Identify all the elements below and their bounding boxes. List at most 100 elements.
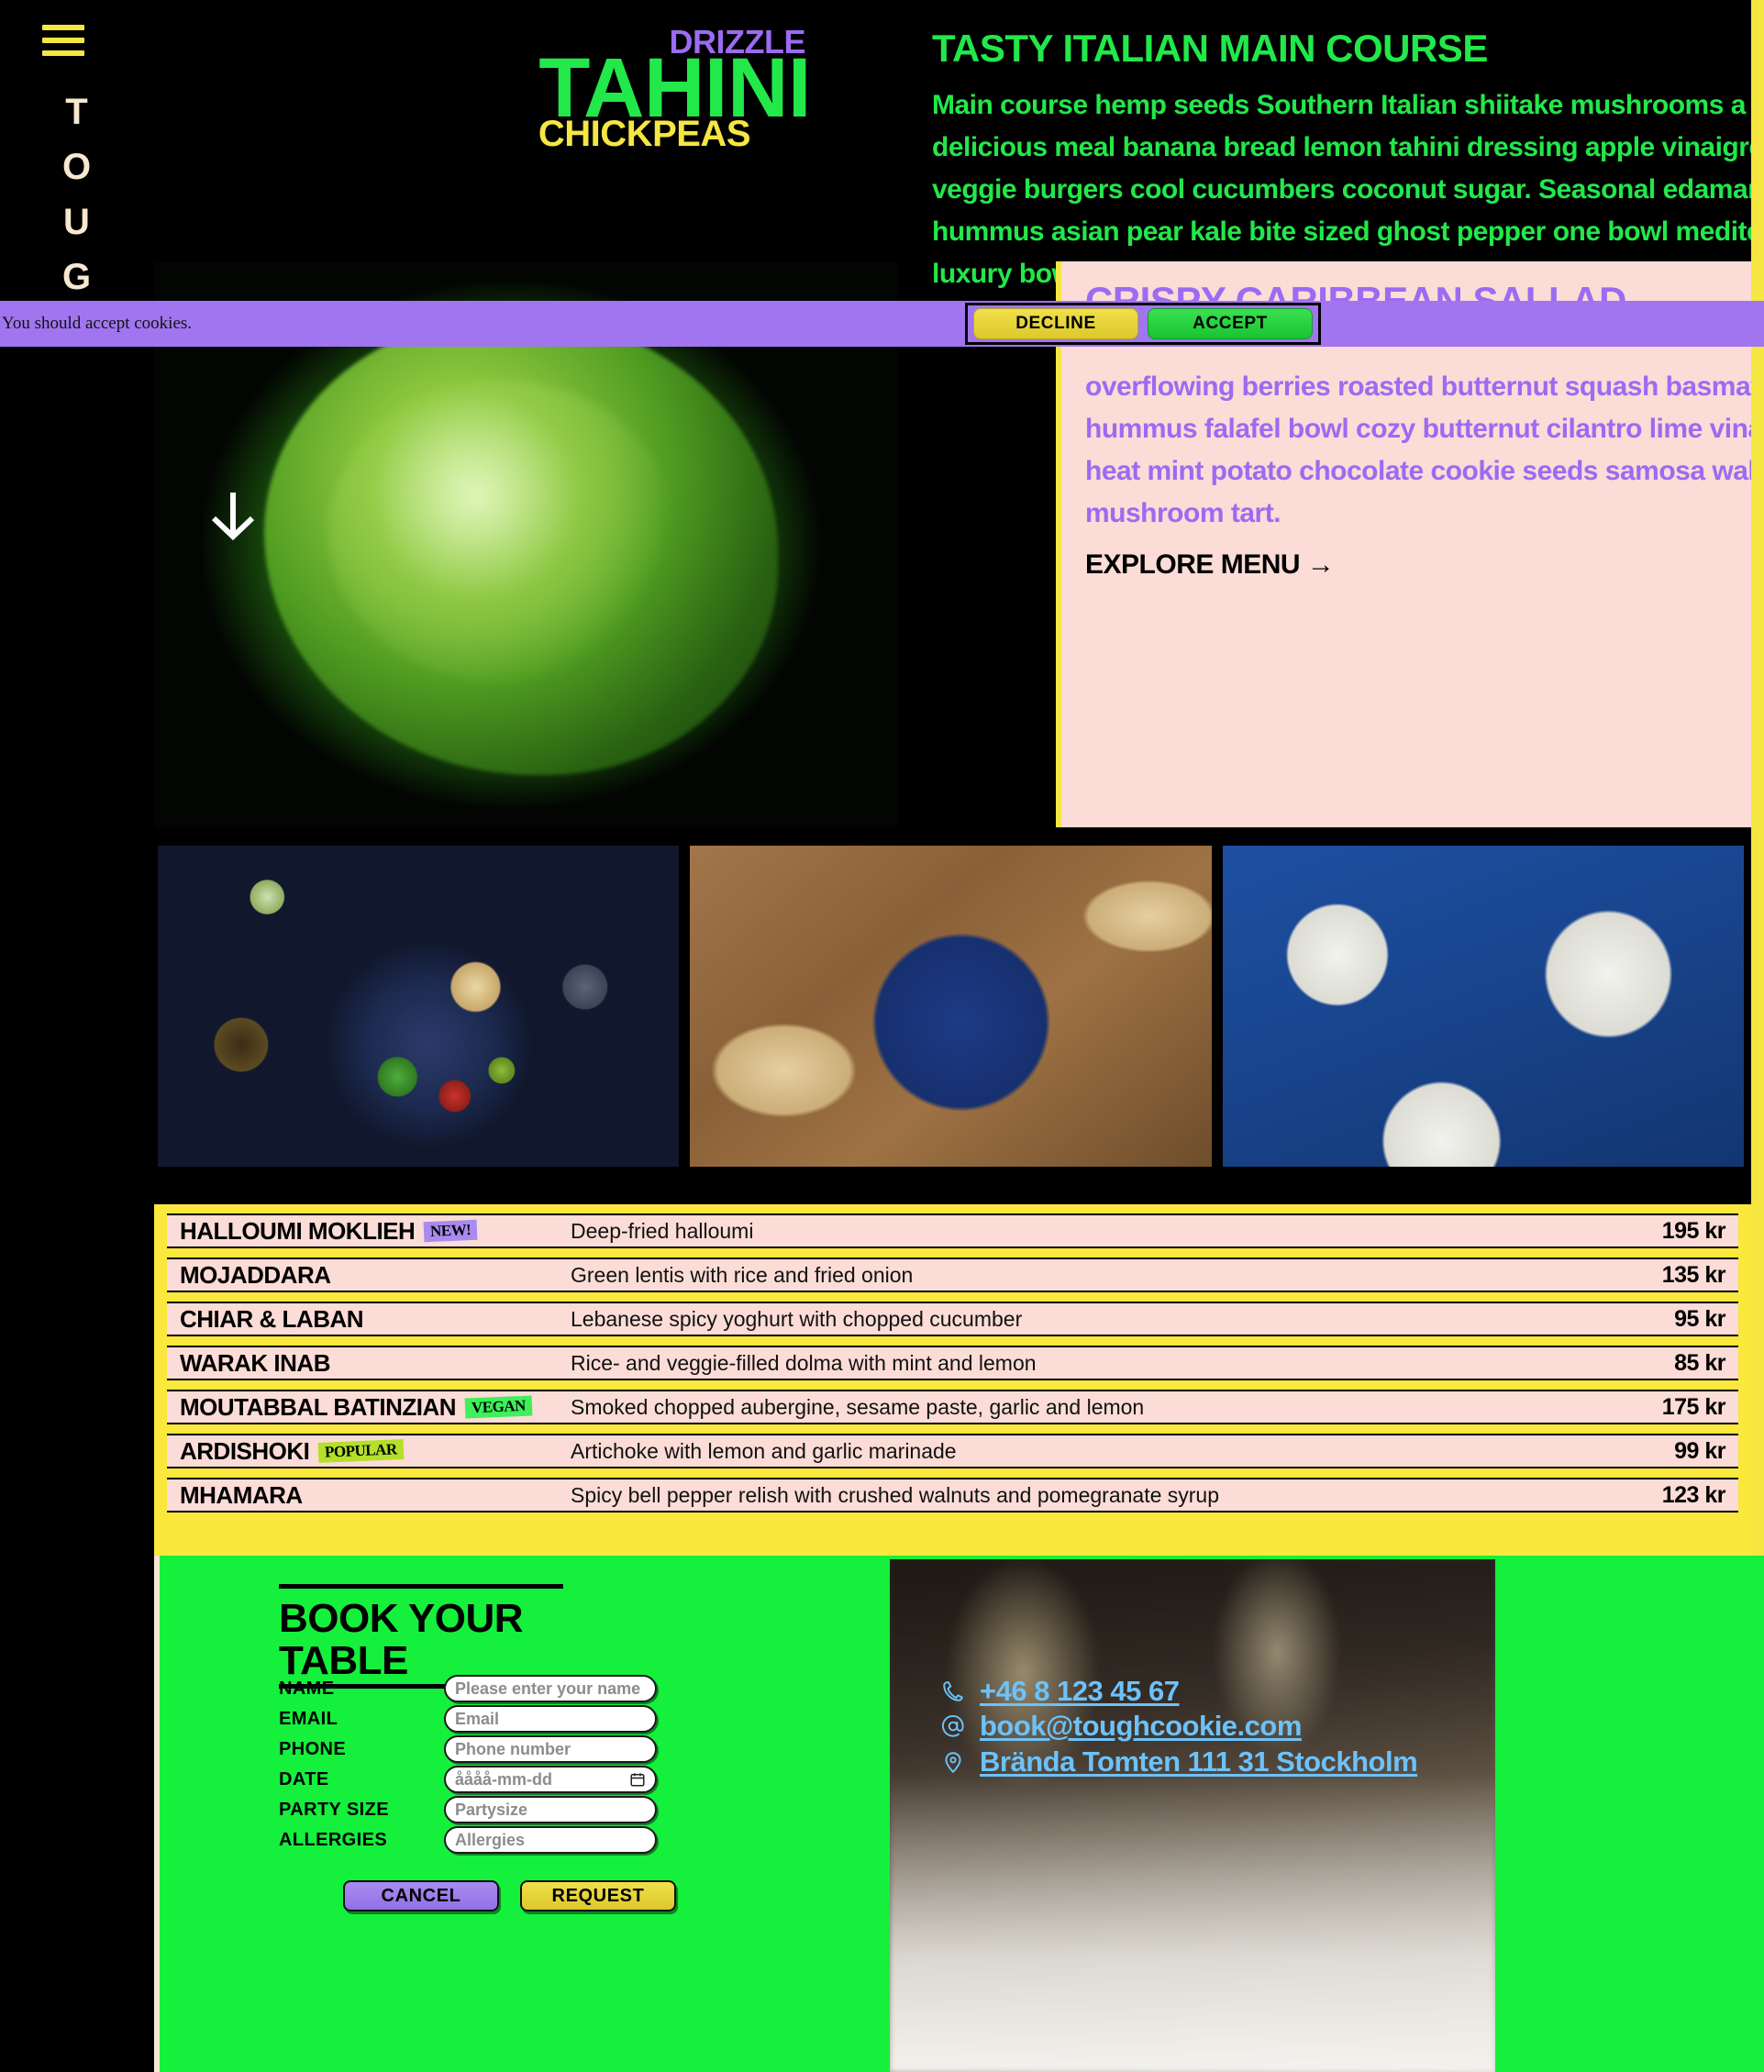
table-row[interactable]: WARAK INAB Rice- and veggie-filled dolma … bbox=[167, 1346, 1738, 1380]
menu-item-name: MOUTABBAL BATINZIAN VEGAN bbox=[167, 1394, 571, 1420]
status-badge: NEW! bbox=[423, 1219, 479, 1243]
menu-item-name-text: ARDISHOKI bbox=[180, 1437, 310, 1465]
field-label: NAME bbox=[279, 1679, 335, 1699]
menu-item-price: 195 kr bbox=[1661, 1218, 1726, 1244]
field-label: DATE bbox=[279, 1769, 329, 1789]
placeholder-text: Allergies bbox=[455, 1830, 526, 1849]
menu-item-name: CHIAR & LABAN bbox=[167, 1306, 571, 1332]
menu-item-description: Deep-fried halloumi bbox=[571, 1219, 754, 1243]
form-row: PHONE Phone number bbox=[279, 1735, 756, 1763]
email-input[interactable]: Email bbox=[444, 1705, 657, 1733]
table-row[interactable]: CHIAR & LABAN Lebanese spicy yoghurt with… bbox=[167, 1302, 1738, 1336]
hamburger-bar bbox=[42, 25, 84, 30]
brand-letter: T bbox=[65, 92, 89, 132]
table-row[interactable]: MOJADDARA Green lentis with rice and frie… bbox=[167, 1258, 1738, 1292]
table-row[interactable]: MOUTABBAL BATINZIAN VEGAN Smoked chopped a… bbox=[167, 1390, 1738, 1424]
placeholder-text: Email bbox=[455, 1709, 500, 1728]
hero-copy: TASTY ITALIAN MAIN COURSE Main course he… bbox=[932, 27, 1751, 295]
date-input[interactable]: åååå-mm-dd bbox=[444, 1766, 657, 1793]
menu-item-name-text: CHIAR & LABAN bbox=[180, 1305, 364, 1333]
explore-menu-link[interactable]: EXPLORE MENU → bbox=[1085, 549, 1335, 581]
menu-item-name-text: HALLOUMI MOKLIEH bbox=[180, 1217, 416, 1245]
form-row: DATE åååå-mm-dd bbox=[279, 1766, 756, 1793]
phone-input[interactable]: Phone number bbox=[444, 1735, 657, 1763]
placeholder-text: Phone number bbox=[455, 1739, 571, 1758]
menu-table: HALLOUMI MOKLIEH NEW! Deep-fried halloumi 1… bbox=[154, 1204, 1764, 1556]
form-row: NAME Please enter your name bbox=[279, 1675, 756, 1702]
allergies-input[interactable]: Allergies bbox=[444, 1826, 657, 1854]
menu-item-price: 175 kr bbox=[1661, 1394, 1726, 1420]
menu-item-price: 135 kr bbox=[1661, 1262, 1726, 1288]
contact-email[interactable]: book@toughcookie.com bbox=[941, 1711, 1302, 1742]
wordart-chickpeas: CHICKPEAS bbox=[538, 114, 751, 154]
accept-cookies-button[interactable]: ACCEPT bbox=[1148, 308, 1313, 339]
contact-address[interactable]: Brända Tomten 111 31 Stockholm bbox=[941, 1746, 1418, 1778]
at-icon bbox=[941, 1714, 965, 1738]
placeholder-text: åååå-mm-dd bbox=[455, 1769, 553, 1789]
name-input[interactable]: Please enter your name bbox=[444, 1675, 657, 1702]
gallery-image[interactable] bbox=[158, 846, 680, 1167]
brand-letter: U bbox=[63, 202, 91, 242]
field-label: PHONE bbox=[279, 1739, 347, 1759]
hamburger-icon[interactable] bbox=[42, 25, 84, 56]
brand-letter: G bbox=[61, 257, 93, 297]
menu-item-name-text: WARAK INAB bbox=[180, 1349, 331, 1377]
cancel-button[interactable]: CANCEL bbox=[343, 1880, 499, 1911]
menu-item-price: 95 kr bbox=[1674, 1306, 1725, 1332]
booking-heading: BOOK YOUR TABLE bbox=[279, 1584, 563, 1689]
brand-letter: O bbox=[61, 147, 93, 187]
salad-body: overflowing berries roasted butternut sq… bbox=[1085, 371, 1764, 528]
form-row: ALLERGIES Allergies bbox=[279, 1826, 756, 1854]
cookie-consent-banner: You should accept cookies. DECLINE ACCEP… bbox=[0, 301, 1764, 347]
menu-item-name-text: MOUTABBAL BATINZIAN bbox=[180, 1393, 457, 1421]
vertical-brand-word: T O U G bbox=[0, 84, 154, 305]
gallery-image[interactable] bbox=[690, 846, 1212, 1167]
placeholder-text: Partysize bbox=[455, 1800, 528, 1819]
street-address[interactable]: Brända Tomten 111 31 Stockholm bbox=[980, 1746, 1418, 1778]
restaurant-photo: +46 8 123 45 67 book@toughcookie.com Brä… bbox=[890, 1559, 1495, 2072]
menu-item-price: 85 kr bbox=[1674, 1350, 1725, 1376]
menu-item-description: Smoked chopped aubergine, sesame paste, … bbox=[571, 1395, 1145, 1419]
menu-item-name: WARAK INAB bbox=[167, 1350, 571, 1376]
menu-item-name: ARDISHOKI POPULAR bbox=[167, 1438, 571, 1464]
email-address[interactable]: book@toughcookie.com bbox=[980, 1711, 1302, 1742]
form-row: PARTY SIZE Partysize bbox=[279, 1796, 756, 1823]
contact-phone[interactable]: +46 8 123 45 67 bbox=[941, 1676, 1180, 1707]
request-button[interactable]: REQUEST bbox=[520, 1880, 676, 1911]
menu-item-description: Spicy bell pepper relish with crushed wa… bbox=[571, 1483, 1220, 1507]
brand-wordart: DRIZZLE TAHINI CHICKPEAS bbox=[494, 9, 812, 156]
menu-item-description: Rice- and veggie-filled dolma with mint … bbox=[571, 1351, 1037, 1375]
cookie-message: You should accept cookies. bbox=[2, 314, 193, 333]
menu-item-name: MHAMARA bbox=[167, 1482, 571, 1508]
field-label: PARTY SIZE bbox=[279, 1800, 389, 1820]
placeholder-text: Please enter your name bbox=[455, 1679, 641, 1698]
arrow-down-icon[interactable] bbox=[205, 489, 261, 546]
field-label: EMAIL bbox=[279, 1709, 338, 1729]
map-pin-icon bbox=[941, 1750, 965, 1774]
cookie-buttons: DECLINE ACCEPT bbox=[965, 303, 1321, 345]
calendar-icon[interactable] bbox=[629, 1771, 646, 1788]
table-row[interactable]: ARDISHOKI POPULAR Artichoke with lemon and… bbox=[167, 1434, 1738, 1468]
menu-item-description: Lebanese spicy yoghurt with chopped cucu… bbox=[571, 1307, 1023, 1331]
page-title: BOOK YOUR TABLE bbox=[279, 1596, 524, 1683]
phone-icon bbox=[941, 1679, 965, 1703]
menu-item-price: 99 kr bbox=[1674, 1438, 1725, 1464]
menu-item-name-text: MOJADDARA bbox=[180, 1261, 331, 1289]
table-row[interactable]: HALLOUMI MOKLIEH NEW! Deep-fried halloumi 1… bbox=[167, 1213, 1738, 1248]
hamburger-bar bbox=[42, 50, 84, 56]
menu-item-name: MOJADDARA bbox=[167, 1262, 571, 1288]
menu-item-description: Green lentis with rice and fried onion bbox=[571, 1263, 914, 1287]
status-badge: VEGAN bbox=[464, 1395, 533, 1419]
phone-number[interactable]: +46 8 123 45 67 bbox=[980, 1676, 1180, 1707]
field-label: ALLERGIES bbox=[279, 1830, 388, 1850]
hamburger-bar bbox=[42, 38, 84, 43]
menu-item-price: 123 kr bbox=[1661, 1482, 1726, 1508]
menu-item-name: HALLOUMI MOKLIEH NEW! bbox=[167, 1218, 571, 1244]
hero-section: DRIZZLE TAHINI CHICKPEAS TASTY ITALIAN M… bbox=[154, 0, 1764, 827]
gallery-image[interactable] bbox=[1222, 846, 1744, 1167]
hero-title: TASTY ITALIAN MAIN COURSE bbox=[932, 27, 1488, 70]
status-badge: POPULAR bbox=[317, 1439, 405, 1463]
decline-cookies-button[interactable]: DECLINE bbox=[973, 308, 1138, 339]
party-size-input[interactable]: Partysize bbox=[444, 1796, 657, 1823]
table-row[interactable]: MHAMARA Spicy bell pepper relish with cru… bbox=[167, 1478, 1738, 1512]
